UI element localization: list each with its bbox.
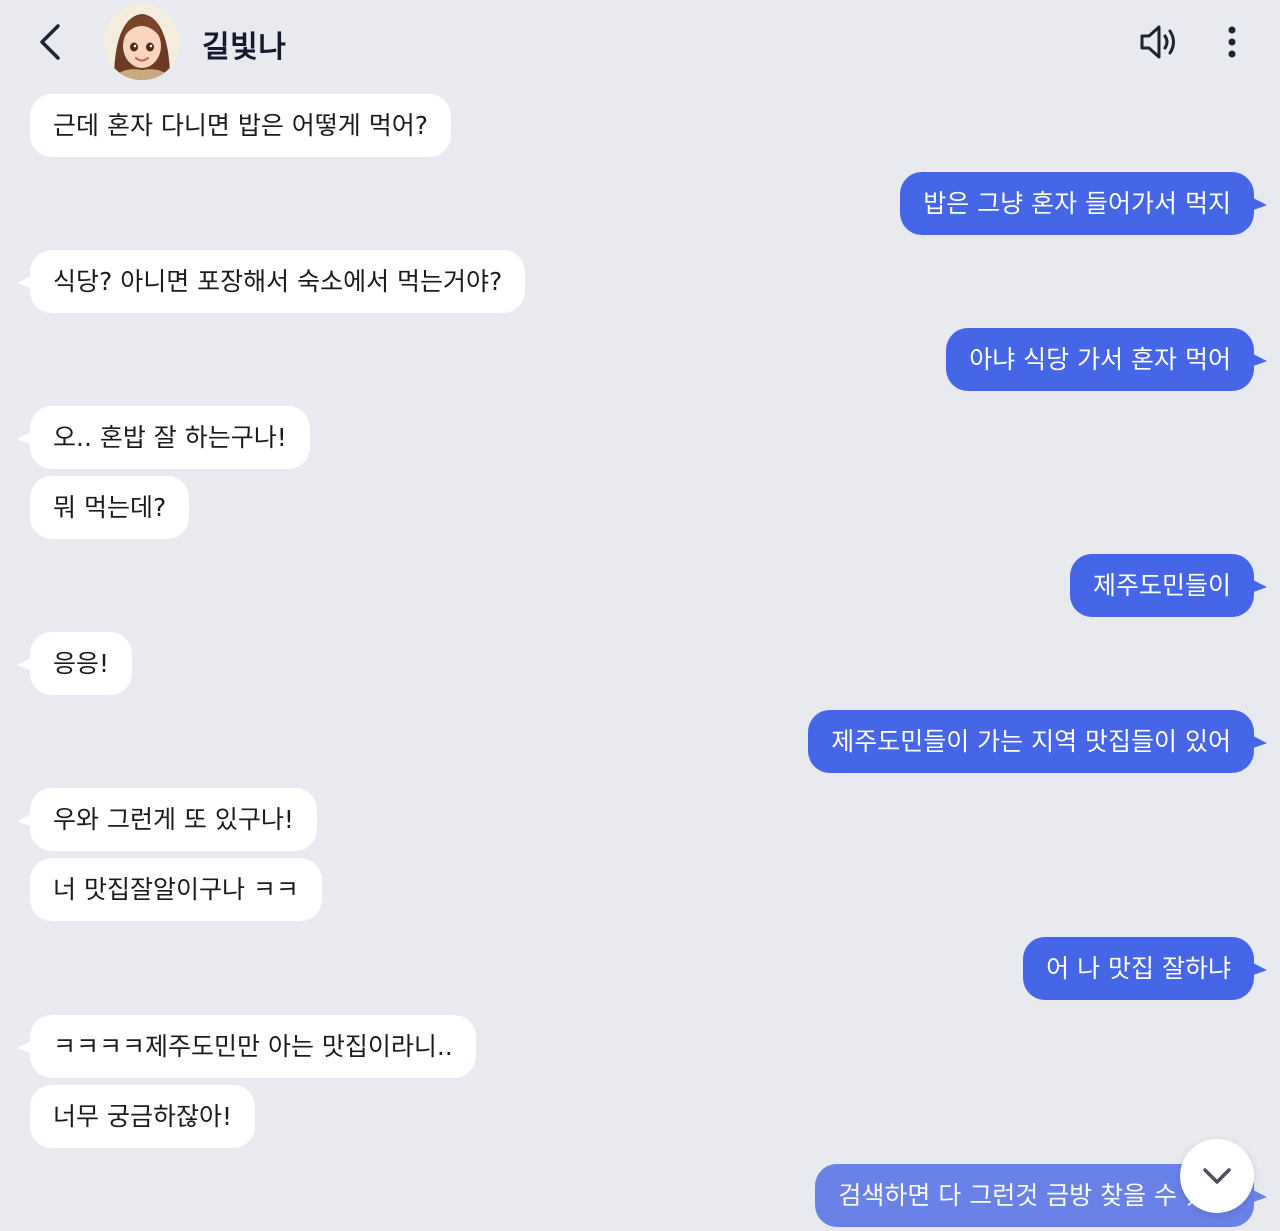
message-bubble-outgoing[interactable]: 아냐 식당 가서 혼자 먹어 <box>946 328 1254 391</box>
message-bubble-incoming[interactable]: ㅋㅋㅋㅋ제주도민만 아는 맛집이라니.. <box>30 1015 476 1078</box>
scroll-to-bottom-button[interactable] <box>1180 1139 1254 1213</box>
message-bubble-incoming[interactable]: 근데 혼자 다니면 밥은 어떻게 먹어? <box>30 94 452 157</box>
chevron-left-icon <box>40 24 60 60</box>
message-bubble-outgoing[interactable]: 밥은 그냥 혼자 들어가서 먹지 <box>900 172 1254 235</box>
chat-header: 길빛나 <box>0 0 1280 86</box>
avatar[interactable] <box>104 4 180 80</box>
message-bubble-incoming[interactable]: 너무 궁금하잖아! <box>30 1085 255 1148</box>
more-vertical-icon <box>1228 26 1236 58</box>
message-bubble-outgoing[interactable]: 어 나 맛집 잘하냐 <box>1023 937 1254 1000</box>
message-bubble-outgoing[interactable]: 제주도민들이 <box>1069 554 1254 617</box>
message-bubble-incoming[interactable]: 오.. 혼밥 잘 하는구나! <box>30 406 310 469</box>
message-bubble-incoming[interactable]: 너 맛집잘알이구나 ㅋㅋ <box>30 858 322 921</box>
chevron-down-icon <box>1203 1168 1231 1184</box>
message-bubble-outgoing[interactable]: 제주도민들이 가는 지역 맛집들이 있어 <box>808 710 1254 773</box>
back-button[interactable] <box>30 20 74 64</box>
character-portrait <box>104 4 180 80</box>
message-bubble-incoming[interactable]: 우와 그런게 또 있구나! <box>30 788 317 851</box>
speaker-icon <box>1140 25 1175 59</box>
more-options-button[interactable] <box>1212 18 1252 66</box>
chat-partner-name: 길빛나 <box>202 30 287 65</box>
message-bubble-incoming[interactable]: 응응! <box>30 632 133 695</box>
message-bubble-incoming[interactable]: 식당? 아니면 포장해서 숙소에서 먹는거야? <box>30 250 526 313</box>
message-bubble-incoming[interactable]: 뭐 먹는데? <box>30 476 190 539</box>
speaker-button[interactable] <box>1134 18 1182 66</box>
